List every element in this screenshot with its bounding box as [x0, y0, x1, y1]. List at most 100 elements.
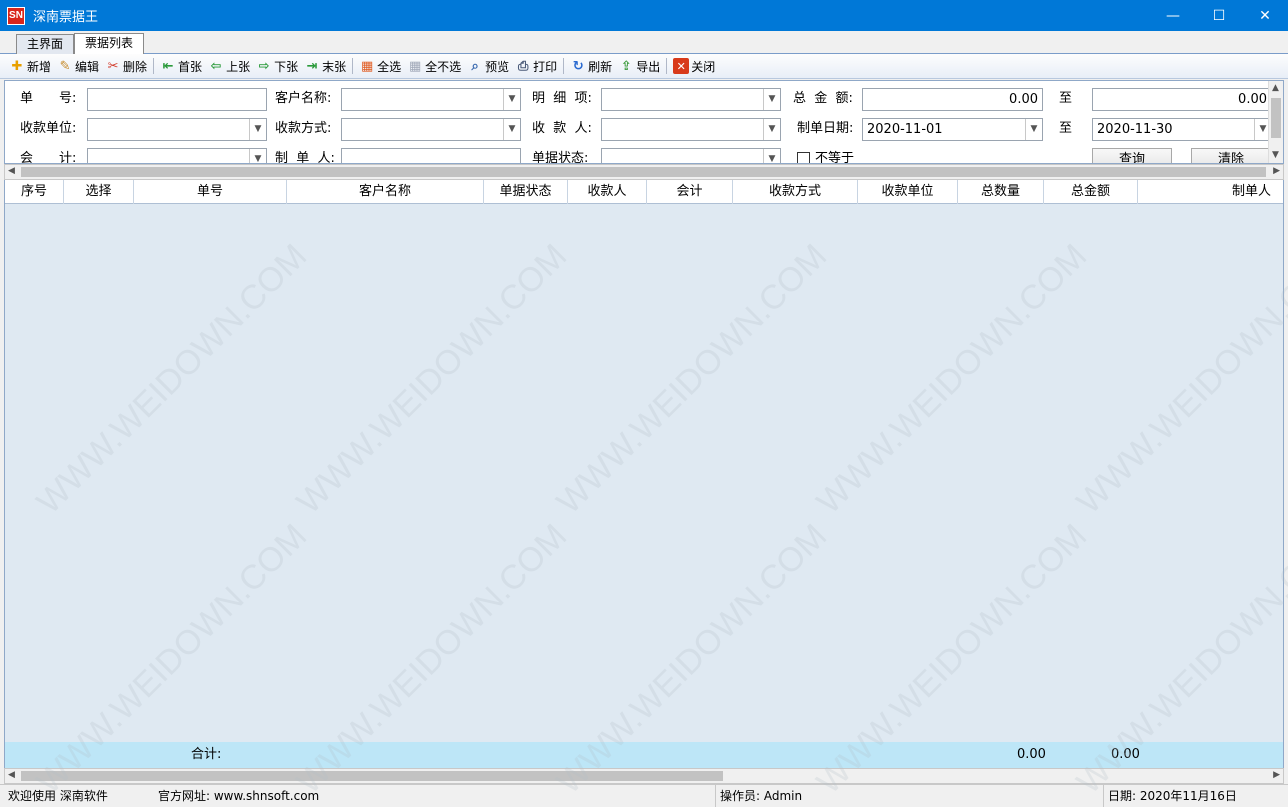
scroll-thumb[interactable]: [21, 167, 1266, 177]
scroll-right-icon[interactable]: ▶: [1273, 770, 1280, 780]
total-amount-label: 总 金 额:: [793, 91, 853, 106]
creator-input[interactable]: [341, 148, 521, 163]
customer-combo[interactable]: ▼: [341, 88, 521, 111]
status-operator: 操作员: Admin: [716, 785, 1104, 807]
export-icon: ⇪: [620, 58, 632, 74]
payee-label: 收 款 人:: [532, 121, 592, 136]
filter-vertical-scrollbar[interactable]: ▲ ▼: [1268, 81, 1283, 163]
scroll-left-icon[interactable]: ◀: [8, 770, 15, 780]
tab-main[interactable]: 主界面: [16, 34, 75, 54]
new-doc-icon: ✚: [11, 58, 23, 74]
minimize-button[interactable]: —: [1150, 0, 1196, 31]
refresh-icon: ↻: [572, 58, 584, 74]
scroll-down-icon[interactable]: ▼: [1272, 150, 1279, 160]
detail-label: 明 细 项:: [532, 91, 592, 106]
receipt-grid[interactable]: 序号 选择 单号 客户名称 单据状态 收款人 会计 收款方式 收款单位 总数量 …: [4, 180, 1284, 742]
select-all-button[interactable]: ▦ 全选: [356, 55, 404, 77]
tab-strip: 主界面 票据列表: [0, 31, 1288, 55]
chevron-down-icon[interactable]: ▼: [763, 119, 780, 140]
status-welcome: 欢迎使用 深南软件: [8, 789, 108, 803]
scroll-thumb[interactable]: [1271, 98, 1281, 138]
toolbar-separator: [563, 58, 565, 74]
clear-button[interactable]: 清除: [1191, 148, 1271, 163]
filter-horizontal-scrollbar[interactable]: ◀ ▶: [4, 164, 1284, 180]
title-bar: SN 深南票据王 — ☐ ✕: [0, 0, 1288, 31]
total-amount-value: 0.00: [1111, 747, 1140, 762]
select-none-icon: ▦: [408, 58, 422, 74]
tab-receipt-list[interactable]: 票据列表: [74, 33, 145, 55]
customer-label: 客户名称:: [275, 91, 332, 106]
preview-button[interactable]: ⌕ 预览: [464, 55, 512, 77]
chevron-down-icon[interactable]: ▼: [763, 89, 780, 110]
totals-label: 合计:: [191, 747, 222, 762]
payment-method-combo[interactable]: ▼: [341, 118, 521, 141]
new-button[interactable]: ✚ 新增: [6, 55, 54, 77]
chevron-down-icon[interactable]: ▼: [763, 149, 780, 163]
window-title: 深南票据王: [33, 10, 99, 25]
accountant-label: 会 计:: [20, 151, 77, 164]
column-header-customer[interactable]: 客户名称: [287, 180, 484, 204]
close-window-button[interactable]: ✕: [1242, 0, 1288, 31]
select-none-button[interactable]: ▦ 全不选: [404, 55, 464, 77]
toolbar-separator: [153, 58, 155, 74]
window-controls: — ☐ ✕: [1150, 0, 1288, 31]
totals-row: 合计: 0.00 0.00: [4, 742, 1284, 768]
accountant-combo[interactable]: ▼: [87, 148, 267, 163]
scroll-up-icon[interactable]: ▲: [1272, 83, 1279, 93]
amount-from-input[interactable]: 0.00: [862, 88, 1043, 111]
date-to-picker[interactable]: 2020-11-30 ▼: [1092, 118, 1272, 141]
column-header-index[interactable]: 序号: [5, 180, 64, 204]
column-header-payment-method[interactable]: 收款方式: [733, 180, 858, 204]
receipt-unit-label: 收款单位:: [20, 121, 77, 136]
not-equal-checkbox[interactable]: [797, 152, 810, 163]
status-website: 官方网址: www.shnsoft.com: [154, 785, 716, 807]
print-button[interactable]: ⎙ 打印: [512, 55, 560, 77]
maximize-button[interactable]: ☐: [1196, 0, 1242, 31]
chevron-down-icon[interactable]: ▼: [249, 149, 266, 163]
refresh-button[interactable]: ↻ 刷新: [567, 55, 615, 77]
toolbar-separator: [352, 58, 354, 74]
close-icon: ✕: [673, 58, 690, 74]
prev-button[interactable]: ⇦ 上张: [205, 55, 253, 77]
date-to-label: 至: [1059, 121, 1073, 136]
payment-method-label: 收款方式:: [275, 121, 332, 136]
column-header-doc-no[interactable]: 单号: [134, 180, 287, 204]
creator-label: 制 单 人:: [275, 151, 335, 164]
chevron-down-icon[interactable]: ▼: [503, 119, 520, 140]
date-from-picker[interactable]: 2020-11-01 ▼: [862, 118, 1043, 141]
scroll-left-icon[interactable]: ◀: [8, 166, 15, 176]
first-record-icon: ⇤: [162, 58, 174, 74]
column-header-total-quantity[interactable]: 总数量: [958, 180, 1044, 204]
status-combo[interactable]: ▼: [601, 148, 781, 163]
grid-horizontal-scrollbar[interactable]: ◀ ▶: [4, 768, 1284, 784]
receipt-unit-combo[interactable]: ▼: [87, 118, 267, 141]
toolbar: ✚ 新增 ✎ 编辑 ✂ 删除 ⇤ 首张 ⇦ 上张 ⇨ 下张 ⇥ 末张 ▦ 全选 ▦ 全不选 ⌕ 预览…: [0, 54, 1288, 79]
scroll-thumb[interactable]: [21, 771, 723, 781]
last-button[interactable]: ⇥ 末张: [301, 55, 349, 77]
next-button[interactable]: ⇨ 下张: [253, 55, 301, 77]
first-button[interactable]: ⇤ 首张: [157, 55, 205, 77]
query-button[interactable]: 查询: [1092, 148, 1172, 163]
column-header-receipt-unit[interactable]: 收款单位: [858, 180, 958, 204]
column-header-payee[interactable]: 收款人: [568, 180, 647, 204]
amount-to-input[interactable]: 0.00: [1092, 88, 1272, 111]
delete-button[interactable]: ✂ 删除: [102, 55, 150, 77]
column-header-accountant[interactable]: 会计: [647, 180, 733, 204]
scroll-right-icon[interactable]: ▶: [1273, 166, 1280, 176]
doc-no-input[interactable]: [87, 88, 267, 111]
export-button[interactable]: ⇪ 导出: [615, 55, 663, 77]
detail-combo[interactable]: ▼: [601, 88, 781, 111]
chevron-down-icon[interactable]: ▼: [1025, 119, 1042, 140]
delete-icon: ✂: [107, 58, 119, 74]
printer-icon: ⎙: [517, 58, 529, 74]
column-header-total-amount[interactable]: 总金额: [1044, 180, 1138, 204]
edit-button[interactable]: ✎ 编辑: [54, 55, 102, 77]
chevron-down-icon[interactable]: ▼: [249, 119, 266, 140]
payee-combo[interactable]: ▼: [601, 118, 781, 141]
chevron-down-icon[interactable]: ▼: [503, 89, 520, 110]
column-header-select[interactable]: 选择: [64, 180, 134, 204]
column-header-status[interactable]: 单据状态: [484, 180, 568, 204]
close-button[interactable]: ✕ 关闭: [670, 55, 718, 77]
doc-no-label: 单 号:: [20, 91, 77, 106]
column-header-creator[interactable]: 制单人: [1138, 180, 1283, 204]
